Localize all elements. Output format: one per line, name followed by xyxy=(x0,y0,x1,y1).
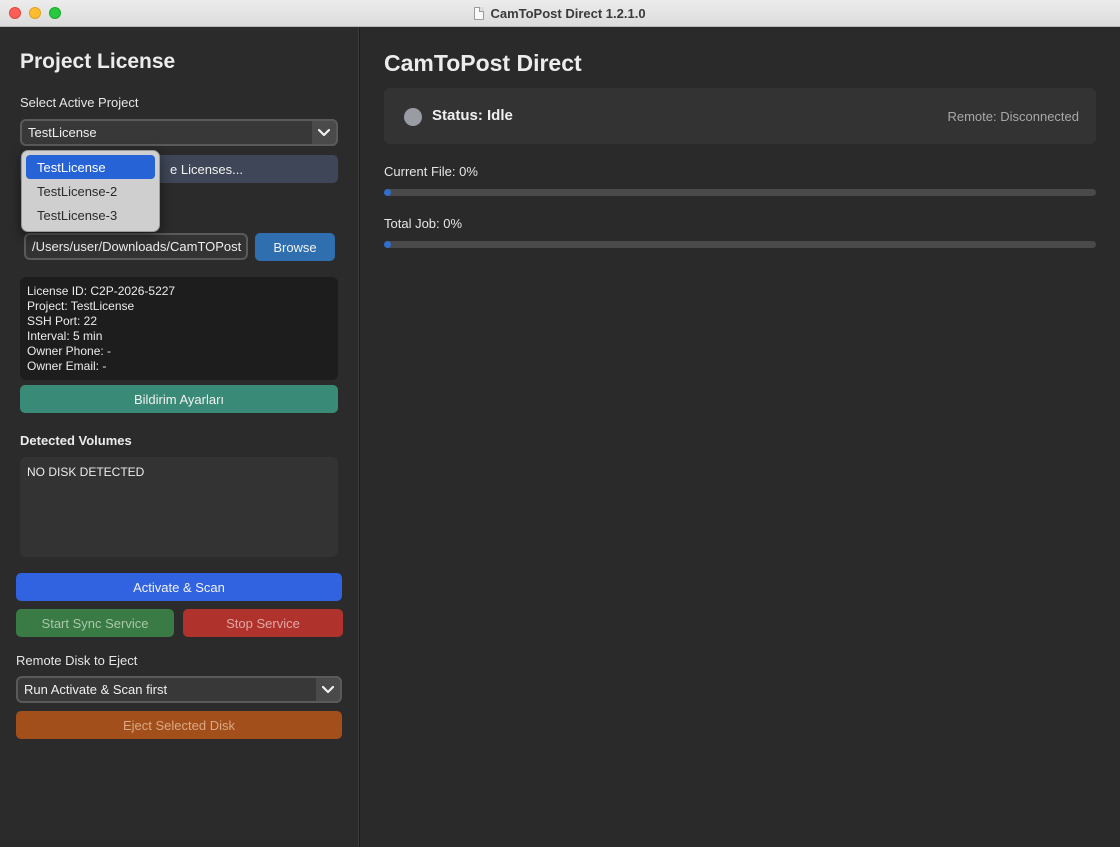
project-select[interactable]: TestLicense xyxy=(20,119,338,146)
document-icon xyxy=(474,7,485,20)
sidebar: Project License Select Active Project Te… xyxy=(0,27,359,847)
total-job-progress-bar xyxy=(384,241,1096,248)
eject-disk-select-value: Run Activate & Scan first xyxy=(24,682,168,697)
eject-disk-button[interactable]: Eject Selected Disk xyxy=(16,711,342,739)
window-title-group: CamToPost Direct 1.2.1.0 xyxy=(0,0,1120,27)
total-job-label: Total Job: 0% xyxy=(384,216,463,231)
start-sync-label: Start Sync Service xyxy=(41,615,149,631)
interval-text: Interval: 5 min xyxy=(27,329,103,343)
volumes-empty-text: NO DISK DETECTED xyxy=(27,465,145,479)
path-input[interactable]: /Users/user/Downloads/CamTOPost xyxy=(24,233,248,260)
main-panel: CamToPost Direct Status: Idle Remote: Di… xyxy=(360,27,1120,847)
dropdown-option-testlicense-2[interactable]: TestLicense-2 xyxy=(26,179,155,203)
status-indicator-icon xyxy=(404,108,422,126)
notification-settings-button[interactable]: Bildirim Ayarları xyxy=(20,385,338,413)
project-text: Project: TestLicense xyxy=(27,299,135,313)
current-file-progress-fill xyxy=(384,189,392,196)
project-license-heading: Project License xyxy=(20,50,176,73)
status-text: Status: Idle xyxy=(432,107,513,124)
start-sync-button[interactable]: Start Sync Service xyxy=(16,609,174,637)
total-job-progress-fill xyxy=(384,241,392,248)
license-info-box: License ID: C2P-2026-5227 Project: TestL… xyxy=(20,277,338,380)
chevron-down-icon[interactable] xyxy=(316,676,342,703)
title-bar: CamToPost Direct 1.2.1.0 xyxy=(0,0,1120,27)
notification-settings-label: Bildirim Ayarları xyxy=(133,391,225,407)
app-heading: CamToPost Direct xyxy=(384,50,582,76)
activate-scan-button[interactable]: Activate & Scan xyxy=(16,573,342,601)
browse-label: Browse xyxy=(273,239,317,255)
select-project-label: Select Active Project xyxy=(20,95,139,110)
dropdown-option-testlicense[interactable]: TestLicense xyxy=(26,155,155,179)
eject-disk-button-label: Eject Selected Disk xyxy=(123,717,235,733)
ssh-port-text: SSH Port: 22 xyxy=(27,314,98,328)
path-input-value: /Users/user/Downloads/CamTOPost xyxy=(32,239,242,254)
remote-status-text: Remote: Disconnected xyxy=(947,109,1079,124)
stop-service-label: Stop Service xyxy=(226,615,300,631)
owner-email-text: Owner Email: - xyxy=(27,359,107,373)
stop-service-button[interactable]: Stop Service xyxy=(183,609,343,637)
eject-disk-select[interactable]: Run Activate & Scan first xyxy=(16,676,342,703)
project-dropdown-menu: TestLicense TestLicense-2 TestLicense-3 xyxy=(21,150,160,232)
detected-volumes-heading: Detected Volumes xyxy=(20,433,132,448)
current-file-label: Current File: 0% xyxy=(384,164,478,179)
license-id-text: License ID: C2P-2026-5227 xyxy=(27,284,176,298)
eject-disk-label: Remote Disk to Eject xyxy=(16,653,138,668)
dropdown-option-testlicense-3[interactable]: TestLicense-3 xyxy=(26,203,155,227)
volumes-list: NO DISK DETECTED xyxy=(20,457,338,557)
current-file-progress-bar xyxy=(384,189,1096,196)
owner-phone-text: Owner Phone: - xyxy=(27,344,112,358)
activate-scan-label: Activate & Scan xyxy=(133,579,225,595)
chevron-down-icon[interactable] xyxy=(312,119,338,146)
window-title: CamToPost Direct 1.2.1.0 xyxy=(490,6,646,21)
browse-button[interactable]: Browse xyxy=(255,233,335,261)
project-select-value: TestLicense xyxy=(28,125,97,140)
manage-licenses-label: e Licenses... xyxy=(170,161,243,177)
status-card: Status: Idle Remote: Disconnected xyxy=(384,88,1096,144)
